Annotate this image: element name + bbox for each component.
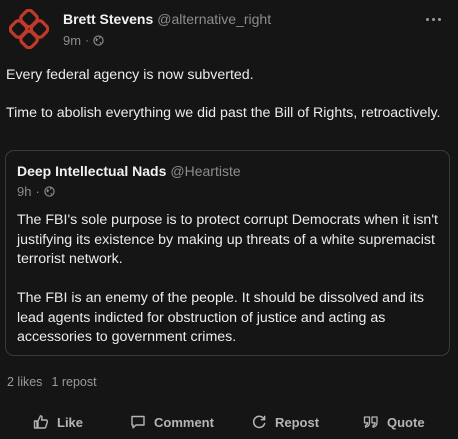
quote-icon	[363, 416, 378, 428]
post: Brett Stevens @alternative_right 9m · Eve…	[0, 0, 458, 439]
post-meta: 9m ·	[63, 33, 418, 48]
post-body: Every federal agency is now subverted. T…	[6, 66, 446, 123]
quote-body: The FBI's sole purpose is to protect cor…	[17, 211, 445, 348]
post-paragraph: Every federal agency is now subverted.	[6, 67, 254, 83]
quote-paragraph: The FBI is an enemy of the people. It sh…	[17, 290, 424, 345]
meta-separator: ·	[35, 184, 40, 199]
author-line: Brett Stevens @alternative_right	[63, 11, 418, 28]
globe-icon	[44, 186, 55, 197]
repost-label: Repost	[275, 414, 320, 430]
avatar[interactable]	[8, 8, 50, 50]
comment-icon	[131, 415, 145, 429]
comment-label: Comment	[154, 414, 214, 430]
likes-count[interactable]: 2 likes	[7, 375, 42, 389]
like-label: Like	[57, 414, 84, 430]
more-icon	[426, 17, 429, 21]
quoted-post[interactable]: Deep Intellectual Nads @Heartiste 9h · Th…	[5, 150, 450, 356]
avatar-logo-icon	[8, 8, 50, 50]
quote-author-line: Deep Intellectual Nads @Heartiste	[17, 163, 241, 179]
reposts-count[interactable]: 1 repost	[51, 375, 96, 389]
quote-author-name[interactable]: Deep Intellectual Nads	[17, 163, 166, 179]
author-handle[interactable]: @alternative_right	[157, 11, 271, 27]
quote-author-handle[interactable]: @Heartiste	[170, 163, 240, 179]
action-bar: Like Comment Repost Quote	[0, 414, 458, 434]
quote-button[interactable]: Quote	[363, 414, 425, 430]
post-stats: 2 likes 1 repost	[7, 375, 97, 389]
quote-paragraph: The FBI's sole purpose is to protect cor…	[17, 212, 438, 267]
meta-separator: ·	[85, 33, 90, 47]
author-name[interactable]: Brett Stevens	[63, 11, 153, 27]
quote-time[interactable]: 9h	[17, 184, 31, 199]
post-paragraph: Time to abolish everything we did past t…	[6, 105, 441, 121]
quote-label: Quote	[387, 414, 425, 430]
repost-button[interactable]: Repost	[251, 414, 319, 430]
repost-icon	[252, 415, 266, 429]
post-time[interactable]: 9m	[63, 33, 81, 48]
globe-icon	[93, 34, 104, 46]
quote-meta: 9h ·	[17, 184, 55, 199]
like-icon	[33, 415, 49, 429]
post-header: Brett Stevens @alternative_right 9m ·	[63, 11, 418, 48]
comment-button[interactable]: Comment	[130, 414, 214, 430]
like-button[interactable]: Like	[33, 414, 83, 430]
more-options-button[interactable]	[426, 14, 444, 24]
